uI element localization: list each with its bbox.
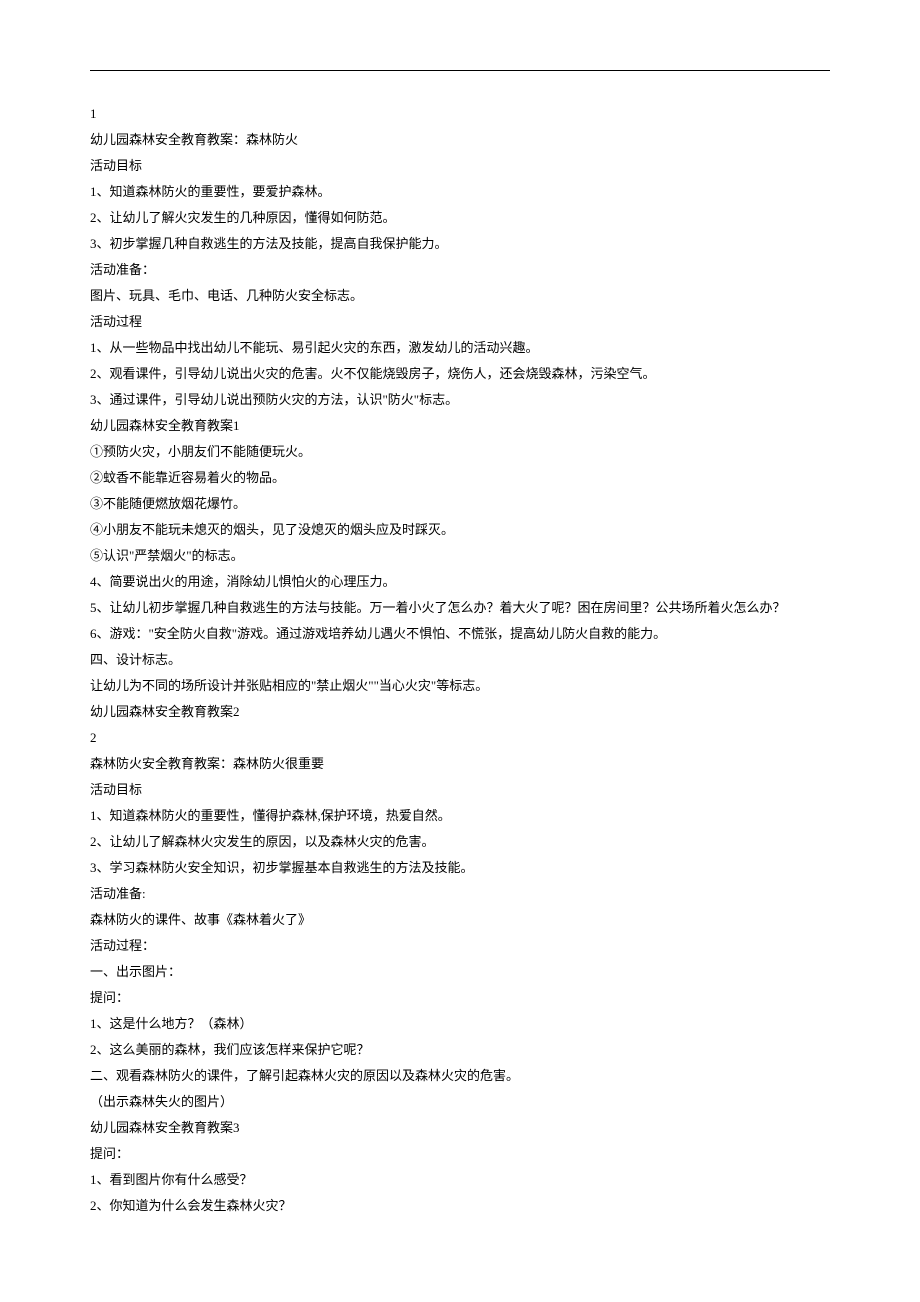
text-line: 1、知道森林防火的重要性，懂得护森林,保护环境，热爱自然。 bbox=[90, 803, 830, 829]
text-line: 提问： bbox=[90, 1141, 830, 1167]
text-line: 活动过程： bbox=[90, 933, 830, 959]
text-line: 1、从一些物品中找出幼儿不能玩、易引起火灾的东西，激发幼儿的活动兴趣。 bbox=[90, 335, 830, 361]
text-line: 活动目标 bbox=[90, 153, 830, 179]
document-content: 1幼儿园森林安全教育教案：森林防火活动目标1、知道森林防火的重要性，要爱护森林。… bbox=[90, 101, 830, 1219]
text-line: （出示森林失火的图片） bbox=[90, 1089, 830, 1115]
text-line: 1、看到图片你有什么感受？ bbox=[90, 1167, 830, 1193]
text-line: 提问： bbox=[90, 985, 830, 1011]
text-line: 3、学习森林防火安全知识，初步掌握基本自救逃生的方法及技能。 bbox=[90, 855, 830, 881]
text-line: 幼儿园森林安全教育教案1 bbox=[90, 413, 830, 439]
text-line: 二、观看森林防火的课件，了解引起森林火灾的原因以及森林火灾的危害。 bbox=[90, 1063, 830, 1089]
text-line: 5、让幼儿初步掌握几种自救逃生的方法与技能。万一着小火了怎么办？着大火了呢？困在… bbox=[90, 595, 830, 621]
text-line: 1 bbox=[90, 101, 830, 127]
text-line: 四、设计标志。 bbox=[90, 647, 830, 673]
text-line: 活动准备: bbox=[90, 881, 830, 907]
document-page: 1幼儿园森林安全教育教案：森林防火活动目标1、知道森林防火的重要性，要爱护森林。… bbox=[0, 0, 920, 1279]
text-line: ⑤认识"严禁烟火"的标志。 bbox=[90, 543, 830, 569]
text-line: 幼儿园森林安全教育教案2 bbox=[90, 699, 830, 725]
text-line: 1、这是什么地方？（森林） bbox=[90, 1011, 830, 1037]
text-line: 森林防火安全教育教案：森林防火很重要 bbox=[90, 751, 830, 777]
text-line: 2 bbox=[90, 725, 830, 751]
text-line: 让幼儿为不同的场所设计并张贴相应的"禁止烟火""当心火灾"等标志。 bbox=[90, 673, 830, 699]
text-line: ②蚊香不能靠近容易着火的物品。 bbox=[90, 465, 830, 491]
text-line: 4、简要说出火的用途，消除幼儿惧怕火的心理压力。 bbox=[90, 569, 830, 595]
text-line: 活动过程 bbox=[90, 309, 830, 335]
text-line: 幼儿园森林安全教育教案3 bbox=[90, 1115, 830, 1141]
text-line: ③不能随便燃放烟花爆竹。 bbox=[90, 491, 830, 517]
text-line: 活动目标 bbox=[90, 777, 830, 803]
text-line: 6、游戏："安全防火自救"游戏。通过游戏培养幼儿遇火不惧怕、不慌张，提高幼儿防火… bbox=[90, 621, 830, 647]
horizontal-rule bbox=[90, 70, 830, 71]
text-line: ④小朋友不能玩未熄灭的烟头，见了没熄灭的烟头应及时踩灭。 bbox=[90, 517, 830, 543]
text-line: 3、通过课件，引导幼儿说出预防火灾的方法，认识"防火"标志。 bbox=[90, 387, 830, 413]
text-line: 幼儿园森林安全教育教案：森林防火 bbox=[90, 127, 830, 153]
text-line: 2、让幼儿了解森林火灾发生的原因，以及森林火灾的危害。 bbox=[90, 829, 830, 855]
text-line: 2、这么美丽的森林，我们应该怎样来保护它呢？ bbox=[90, 1037, 830, 1063]
text-line: 活动准备： bbox=[90, 257, 830, 283]
text-line: 1、知道森林防火的重要性，要爱护森林。 bbox=[90, 179, 830, 205]
text-line: 3、初步掌握几种自救逃生的方法及技能，提高自我保护能力。 bbox=[90, 231, 830, 257]
text-line: 森林防火的课件、故事《森林着火了》 bbox=[90, 907, 830, 933]
text-line: 图片、玩具、毛巾、电话、几种防火安全标志。 bbox=[90, 283, 830, 309]
text-line: ①预防火灾，小朋友们不能随便玩火。 bbox=[90, 439, 830, 465]
text-line: 2、观看课件，引导幼儿说出火灾的危害。火不仅能烧毁房子，烧伤人，还会烧毁森林，污… bbox=[90, 361, 830, 387]
text-line: 一、出示图片： bbox=[90, 959, 830, 985]
text-line: 2、让幼儿了解火灾发生的几种原因，懂得如何防范。 bbox=[90, 205, 830, 231]
text-line: 2、你知道为什么会发生森林火灾？ bbox=[90, 1193, 830, 1219]
